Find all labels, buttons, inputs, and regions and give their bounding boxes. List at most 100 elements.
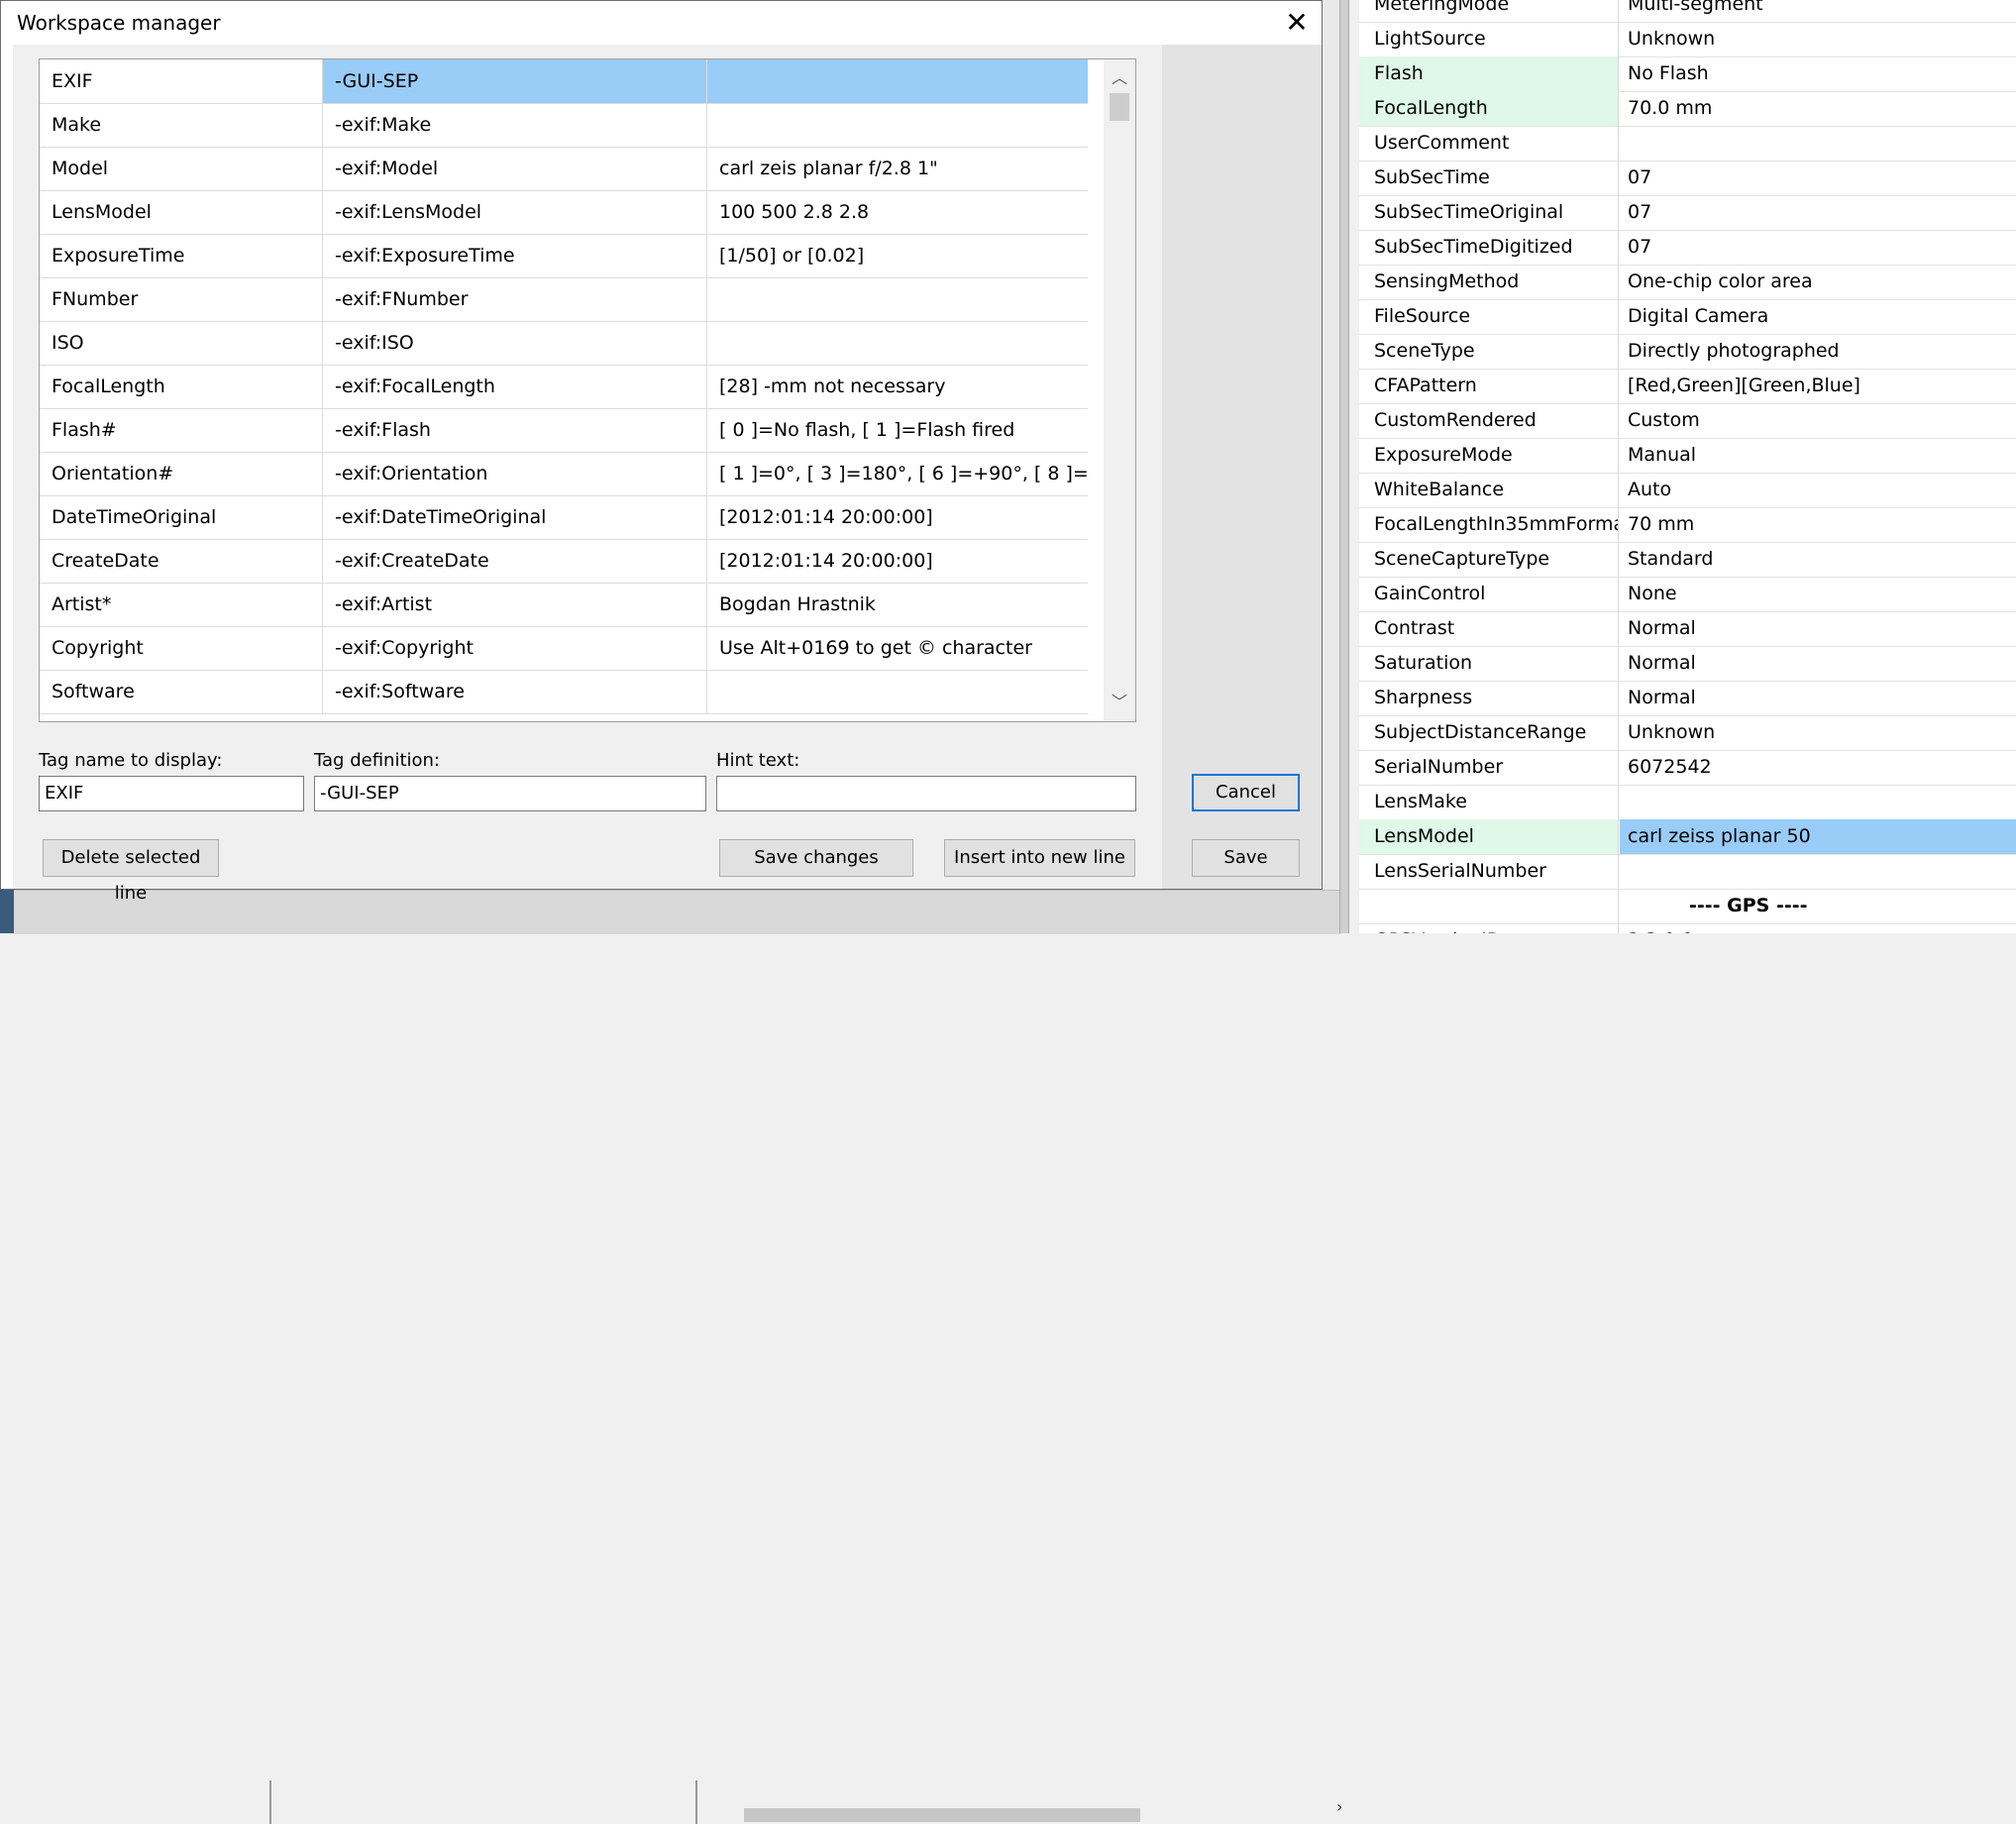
property-row[interactable]: SubSecTimeOriginal 07 [1359, 195, 2016, 231]
table-row[interactable]: Artist* -exif:Artist Bogdan Hrastnik [40, 583, 1088, 627]
tag-definition-cell: -exif:Artist [323, 583, 707, 626]
table-row[interactable]: Model -exif:Model carl zeis planar f/2.8 1… [40, 147, 1088, 191]
property-row[interactable]: ExposureMode Manual [1359, 438, 2016, 474]
scroll-right-arrow-icon[interactable]: › [1336, 1797, 1342, 1816]
hint-text-cell: carl zeis planar f/2.8 1" [719, 158, 938, 179]
workspace-tag-table: EXIF -GUI-SEP Make -exif:Make Model -exif:Mod… [39, 58, 1136, 722]
tag-definition-input[interactable]: -GUI-SEP [314, 776, 706, 811]
property-row[interactable]: FileSource Digital Camera [1359, 299, 2016, 335]
property-row[interactable]: MeteringMode Multi-segment [1359, 0, 2016, 23]
dialog-titlebar[interactable]: Workspace manager ✕ [1, 1, 1322, 45]
tag-definition-cell: -exif:CreateDate [323, 539, 707, 583]
tag-definition-cell: -exif:DateTimeOriginal [323, 495, 707, 539]
tag-name-cell: DateTimeOriginal [40, 495, 323, 539]
tag-name-cell: Artist* [40, 583, 323, 626]
table-row[interactable]: CreateDate -exif:CreateDate [2012:01:14 20… [40, 539, 1088, 584]
property-name: ExposureMode [1359, 438, 1619, 473]
delete-selected-line-button[interactable]: Delete selected line [43, 839, 219, 904]
hint-text-cell: Bogdan Hrastnik [719, 593, 876, 615]
background-horizontal-scrollbar[interactable]: › [14, 890, 1342, 1824]
scroll-thumb[interactable] [1110, 93, 1129, 121]
table-row[interactable]: DateTimeOriginal -exif:DateTimeOriginal [2… [40, 495, 1088, 540]
property-row[interactable]: LensModel carl zeiss planar 50 [1359, 819, 2016, 855]
property-row[interactable]: LightSource Unknown [1359, 22, 2016, 57]
pane-splitter[interactable] [1339, 0, 1349, 933]
property-value: 07 [1628, 236, 1652, 258]
property-row[interactable]: CustomRendered Custom [1359, 403, 2016, 439]
property-value [1620, 785, 2016, 819]
hint-text-input[interactable] [716, 776, 1136, 811]
property-row[interactable]: SceneType Directly photographed [1359, 334, 2016, 370]
table-row[interactable]: LensModel -exif:LensModel 100 500 2.8 2.8 [40, 190, 1088, 235]
property-row[interactable]: GPSVersionID2.3.0.0 [1359, 923, 2016, 933]
property-value [1620, 854, 2016, 889]
property-row[interactable]: SubSecTimeDigitized 07 [1359, 230, 2016, 266]
property-name [1359, 889, 1619, 923]
property-row[interactable]: SubSecTime 07 [1359, 161, 2016, 196]
property-row[interactable]: SceneCaptureType Standard [1359, 542, 2016, 578]
table-row[interactable]: FNumber -exif:FNumber [40, 277, 1088, 322]
table-row[interactable]: Flash# -exif:Flash [ 0 ]=No flash, [ 1 ]=F… [40, 408, 1088, 453]
property-row[interactable]: Saturation Normal [1359, 646, 2016, 682]
tag-name-input[interactable]: EXIF [39, 776, 304, 811]
hint-text-cell: [ 1 ]=0°, [ 3 ]=180°, [ 6 ]=+90°, [ 8 ]=… [719, 463, 1088, 484]
tag-table-scrollbar[interactable]: ︿ ﹀ [1104, 59, 1135, 721]
table-row[interactable]: EXIF -GUI-SEP [40, 59, 1088, 104]
property-name: Saturation [1359, 646, 1619, 681]
property-row[interactable]: UserComment [1359, 126, 2016, 161]
save-changes-button[interactable]: Save changes [719, 839, 913, 877]
tag-name-cell: LensModel [40, 190, 323, 234]
tag-definition-cell: -exif:FNumber [323, 277, 707, 321]
table-row[interactable]: Software -exif:Software [40, 670, 1088, 714]
property-row[interactable]: ---- GPS ---- [1359, 889, 2016, 924]
tag-name-cell: Flash# [40, 408, 323, 452]
property-value: 2.3.0.0 [1620, 923, 2016, 933]
hint-text-cell [707, 59, 1088, 103]
close-icon[interactable]: ✕ [1279, 5, 1315, 41]
table-row[interactable]: ExposureTime -exif:ExposureTime [1/50] or … [40, 234, 1088, 278]
save-button[interactable]: Save [1192, 839, 1300, 877]
cancel-button[interactable]: Cancel [1192, 774, 1300, 811]
property-row[interactable]: LensSerialNumber [1359, 854, 2016, 890]
property-row[interactable]: Sharpness Normal [1359, 681, 2016, 716]
tag-definition-label: Tag definition: [314, 750, 440, 771]
property-row[interactable]: SubjectDistanceRange Unknown [1359, 715, 2016, 751]
table-row[interactable]: Copyright -exif:Copyright Use Alt+0169 to … [40, 626, 1088, 671]
property-name: SceneType [1359, 334, 1619, 369]
table-row[interactable]: Make -exif:Make [40, 103, 1088, 148]
property-name: CustomRendered [1359, 403, 1619, 438]
property-value: No Flash [1628, 62, 1709, 84]
property-value: Manual [1628, 444, 1697, 466]
tag-name-cell: ExposureTime [40, 234, 323, 277]
tag-name-cell: FocalLength [40, 365, 323, 408]
property-row[interactable]: Flash No Flash [1359, 56, 2016, 92]
property-row[interactable]: GainControl None [1359, 577, 2016, 612]
property-row[interactable]: FocalLengthIn35mmFormat 70 mm [1359, 507, 2016, 543]
property-name: SubSecTimeOriginal [1359, 195, 1619, 230]
property-name: GainControl [1359, 577, 1619, 611]
property-row[interactable]: WhiteBalance Auto [1359, 473, 2016, 508]
property-name: Flash [1359, 56, 1619, 91]
property-row[interactable]: FocalLength 70.0 mm [1359, 91, 2016, 127]
table-row[interactable]: FocalLength -exif:FocalLength [28] -mm not… [40, 365, 1088, 409]
property-name: LightSource [1359, 22, 1619, 56]
property-name: SubSecTime [1359, 161, 1619, 195]
scroll-up-icon[interactable]: ︿ [1104, 63, 1135, 93]
background-scroll-thumb[interactable] [744, 1808, 1140, 1822]
property-row[interactable]: LensMake [1359, 785, 2016, 820]
table-row[interactable]: ISO -exif:ISO [40, 321, 1088, 366]
table-row[interactable]: Orientation# -exif:Orientation [ 1 ]=0°, [… [40, 452, 1088, 496]
scroll-down-icon[interactable]: ﹀ [1104, 688, 1135, 717]
property-row[interactable]: Contrast Normal [1359, 611, 2016, 647]
tag-definition-cell: -exif:Software [323, 670, 707, 713]
insert-into-new-line-button[interactable]: Insert into new line [944, 839, 1135, 877]
tag-definition-cell: -GUI-SEP [323, 59, 707, 103]
property-row[interactable]: CFAPattern [Red,Green][Green,Blue] [1359, 369, 2016, 404]
tag-definition-cell: -exif:Orientation [323, 452, 707, 495]
property-value: None [1628, 583, 1677, 604]
property-name: SceneCaptureType [1359, 542, 1619, 577]
property-row[interactable]: SensingMethod One-chip color area [1359, 265, 2016, 300]
property-value: 6072542 [1628, 756, 1712, 778]
property-row[interactable]: SerialNumber 6072542 [1359, 750, 2016, 786]
hint-text-cell [707, 321, 1088, 365]
